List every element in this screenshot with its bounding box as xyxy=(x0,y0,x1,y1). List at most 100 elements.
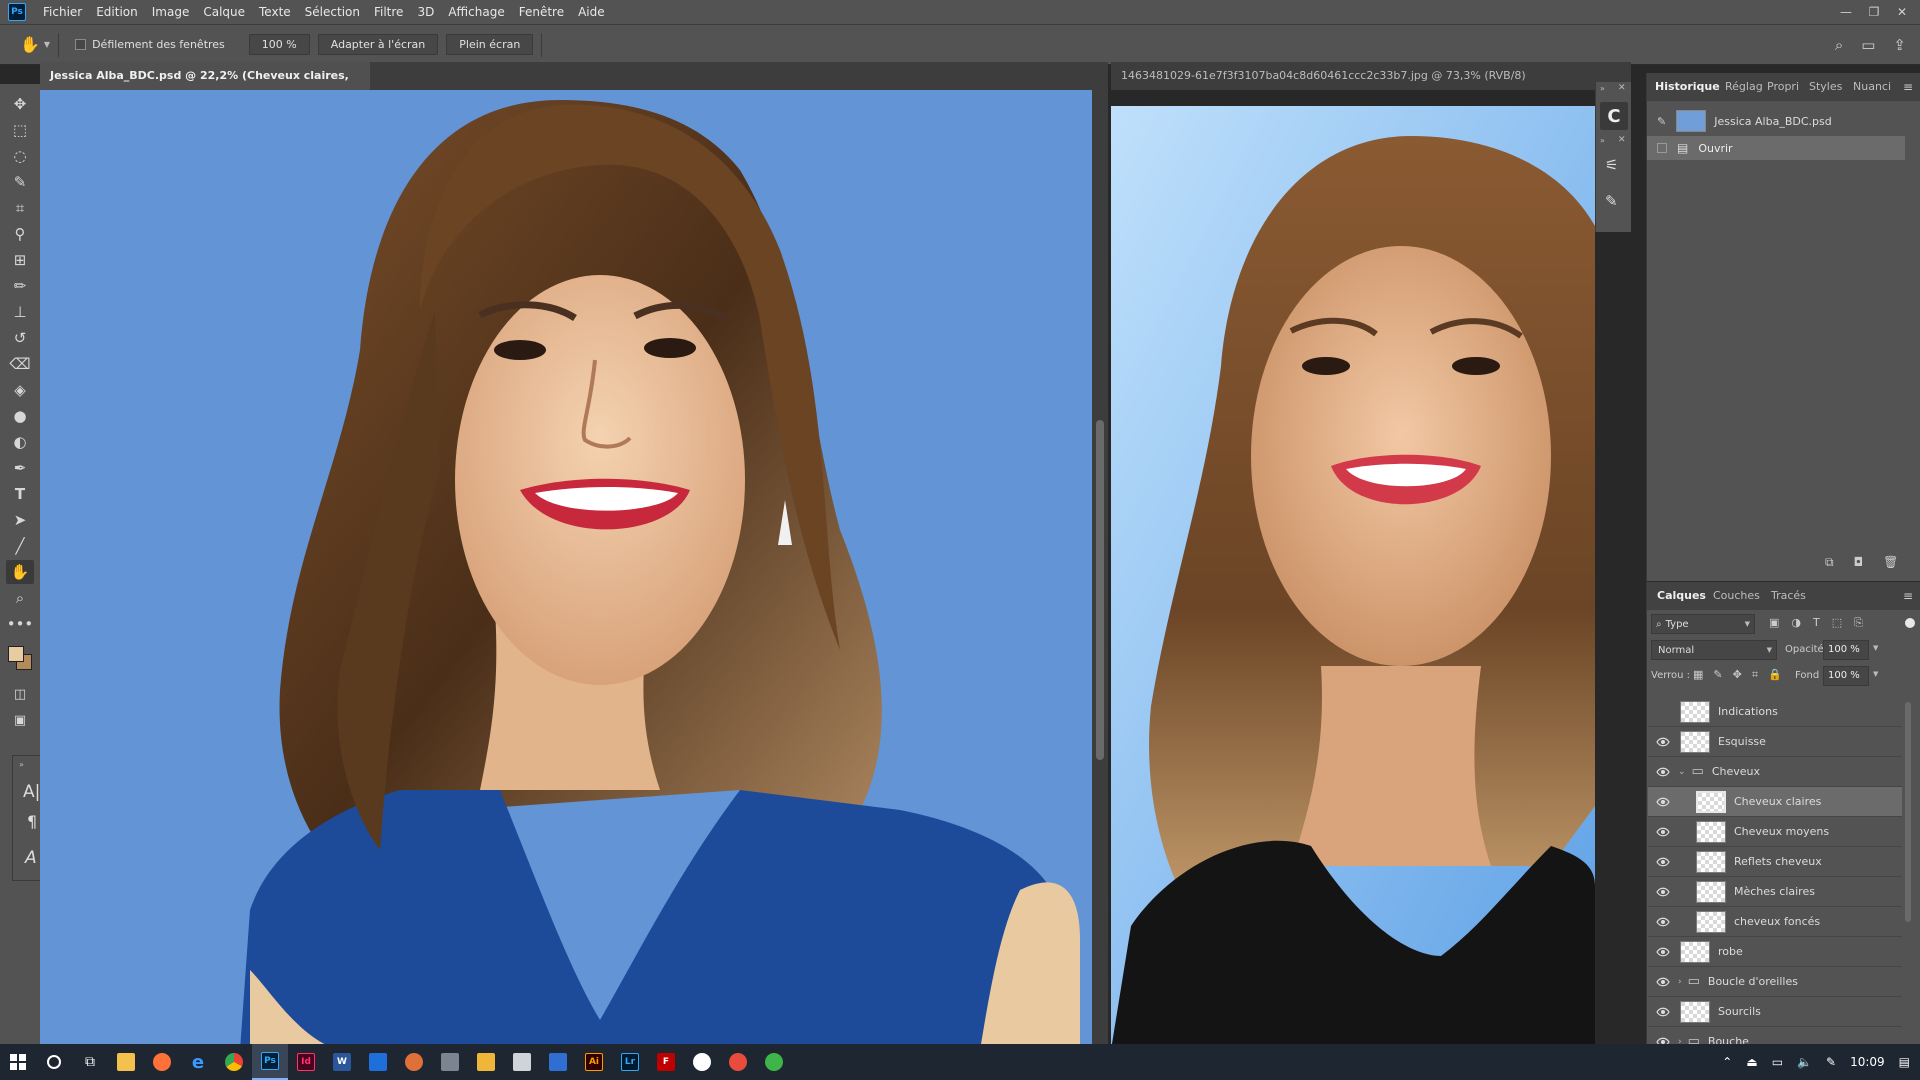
eye-icon[interactable] xyxy=(1656,737,1670,747)
indesign-taskbar-icon[interactable]: Id xyxy=(288,1044,324,1080)
eraser-tool-icon[interactable]: ⌫ xyxy=(6,352,34,376)
eye-icon[interactable] xyxy=(1656,827,1670,837)
battery-icon[interactable]: ▭ xyxy=(1772,1055,1783,1069)
brush-settings-icon[interactable]: ✎ xyxy=(1605,192,1618,210)
right-document-canvas[interactable] xyxy=(1111,106,1595,1050)
shape-filter-icon[interactable]: ⬚ xyxy=(1832,616,1842,630)
lock-transparency-icon[interactable]: ▦ xyxy=(1693,668,1703,682)
eye-icon[interactable] xyxy=(1656,947,1670,957)
trash-icon[interactable]: 🗑 xyxy=(1883,555,1898,570)
edge-icon[interactable]: e xyxy=(180,1044,216,1080)
libraries-icon[interactable]: C xyxy=(1600,102,1628,130)
layer-row[interactable]: Cheveux claires xyxy=(1648,787,1902,817)
tab-reglages[interactable]: Réglag xyxy=(1725,73,1763,101)
eye-icon[interactable] xyxy=(1656,977,1670,987)
pen-tool-icon[interactable]: ✒ xyxy=(6,456,34,480)
blend-mode-select[interactable]: Normal ▼ xyxy=(1651,640,1777,660)
scroll-all-checkbox[interactable] xyxy=(75,39,87,50)
tab-proprietes[interactable]: Propri xyxy=(1767,73,1799,101)
zoom-tool-icon[interactable]: ⌕ xyxy=(6,586,34,610)
paint-bucket-tool-icon[interactable]: ◈ xyxy=(6,378,34,402)
opacity-field[interactable]: 100 % xyxy=(1823,640,1869,660)
layer-row[interactable]: Indications xyxy=(1648,697,1902,727)
smart-object-filter-icon[interactable]: ⎘ xyxy=(1854,616,1863,630)
pen-icon[interactable]: ✎ xyxy=(1826,1055,1836,1069)
tab-calques[interactable]: Calques xyxy=(1657,582,1706,610)
more-tools-icon[interactable]: ••• xyxy=(6,612,34,636)
crop-tool-icon[interactable]: ⌗ xyxy=(6,196,34,220)
tab-nuancier[interactable]: Nuanci xyxy=(1853,73,1891,101)
photoshop-taskbar-icon[interactable]: Ps xyxy=(252,1044,288,1080)
chevron-down-icon[interactable]: ▼ xyxy=(1873,670,1878,678)
type-filter-icon[interactable]: T xyxy=(1813,616,1820,630)
fullscreen-button[interactable]: Plein écran xyxy=(446,34,534,55)
lock-all-icon[interactable]: 🔒 xyxy=(1768,668,1782,682)
close-icon[interactable]: ✕ xyxy=(1618,135,1626,145)
chrome-icon[interactable] xyxy=(216,1044,252,1080)
minimize-icon[interactable]: — xyxy=(1832,5,1860,19)
restore-icon[interactable]: ❐ xyxy=(1860,5,1888,19)
new-document-icon[interactable]: ⧉ xyxy=(1825,555,1834,570)
expand-icon[interactable]: » xyxy=(1600,136,1605,145)
hand-tool-icon[interactable]: ✋ xyxy=(20,35,40,54)
notifications-icon[interactable]: ▤ xyxy=(1899,1055,1910,1069)
eye-icon[interactable] xyxy=(1656,917,1670,927)
paragraph-panel-icon[interactable]: ¶ xyxy=(27,812,37,831)
character-panel-icon[interactable]: A| xyxy=(23,782,40,802)
path-selection-tool-icon[interactable]: ➤ xyxy=(6,508,34,532)
scrollbar-thumb[interactable] xyxy=(1096,420,1104,760)
adjustment-filter-icon[interactable]: ◑ xyxy=(1791,616,1801,630)
lock-position-icon[interactable]: ✥ xyxy=(1733,668,1742,682)
layer-row[interactable]: Cheveux moyens xyxy=(1648,817,1902,847)
lightroom-taskbar-icon[interactable]: Lr xyxy=(612,1044,648,1080)
layer-row[interactable]: Sourcils xyxy=(1648,997,1902,1027)
history-step-ouvrir[interactable]: ▤ Ouvrir xyxy=(1647,136,1905,160)
marquee-tool-icon[interactable]: ⬚ xyxy=(6,118,34,142)
glyphs-panel-icon[interactable]: A xyxy=(25,848,37,868)
layer-row[interactable]: Esquisse xyxy=(1648,727,1902,757)
left-canvas-scrollbar[interactable] xyxy=(1092,90,1108,1050)
layer-row[interactable]: ⌄ ▭ Cheveux xyxy=(1648,757,1902,787)
history-checkbox[interactable] xyxy=(1657,143,1667,153)
photoshop-logo[interactable]: Ps xyxy=(8,3,26,21)
type-tool-icon[interactable]: T xyxy=(6,482,34,506)
tab-traces[interactable]: Tracés xyxy=(1771,582,1806,610)
menu-texte[interactable]: Texte xyxy=(252,0,298,24)
menu-image[interactable]: Image xyxy=(145,0,197,24)
app-icon[interactable] xyxy=(360,1044,396,1080)
chevron-down-icon[interactable]: ⌄ xyxy=(1678,767,1686,777)
search-icon[interactable]: ⌕ xyxy=(1835,36,1843,54)
camera-icon[interactable]: ◘ xyxy=(1854,555,1864,570)
layer-row[interactable]: Reflets cheveux xyxy=(1648,847,1902,877)
app-icon[interactable] xyxy=(432,1044,468,1080)
usb-icon[interactable]: ⏏ xyxy=(1746,1055,1757,1069)
stamp-tool-icon[interactable]: ⊥ xyxy=(6,300,34,324)
blur-tool-icon[interactable]: ● xyxy=(6,404,34,428)
scroll-all-windows[interactable]: Défilement des fenêtres xyxy=(75,38,225,51)
cortana-search-icon[interactable] xyxy=(36,1044,72,1080)
filezilla-icon[interactable]: F xyxy=(648,1044,684,1080)
layer-row[interactable]: Mèches claires xyxy=(1648,877,1902,907)
quick-mask-icon[interactable]: ◫ xyxy=(6,682,34,706)
menu-aide[interactable]: Aide xyxy=(571,0,612,24)
tab-right-document[interactable]: 1463481029-61e7f3f3107ba04c8d60461ccc2c3… xyxy=(1111,62,1531,110)
eye-icon[interactable] xyxy=(1656,887,1670,897)
move-tool-icon[interactable]: ✥ xyxy=(6,92,34,116)
menu-3d[interactable]: 3D xyxy=(410,0,441,24)
lock-artboard-icon[interactable]: ⌗ xyxy=(1752,668,1758,682)
menu-fenetre[interactable]: Fenêtre xyxy=(512,0,571,24)
collapse-icon[interactable]: » xyxy=(19,760,24,769)
close-icon[interactable]: ✕ xyxy=(1618,83,1626,93)
close-icon[interactable]: ✕ xyxy=(1888,5,1916,19)
dodge-tool-icon[interactable]: ◐ xyxy=(6,430,34,454)
file-explorer-icon[interactable] xyxy=(108,1044,144,1080)
panel-menu-icon[interactable]: ≡ xyxy=(1903,80,1913,94)
eyedropper-tool-icon[interactable]: ⚲ xyxy=(6,222,34,246)
layer-row[interactable]: cheveux foncés xyxy=(1648,907,1902,937)
menu-fichier[interactable]: Fichier xyxy=(36,0,89,24)
eye-icon[interactable] xyxy=(1656,857,1670,867)
color-swatches[interactable] xyxy=(6,642,34,672)
app-icon[interactable] xyxy=(540,1044,576,1080)
menu-calque[interactable]: Calque xyxy=(196,0,252,24)
layers-scrollbar[interactable] xyxy=(1905,702,1911,922)
